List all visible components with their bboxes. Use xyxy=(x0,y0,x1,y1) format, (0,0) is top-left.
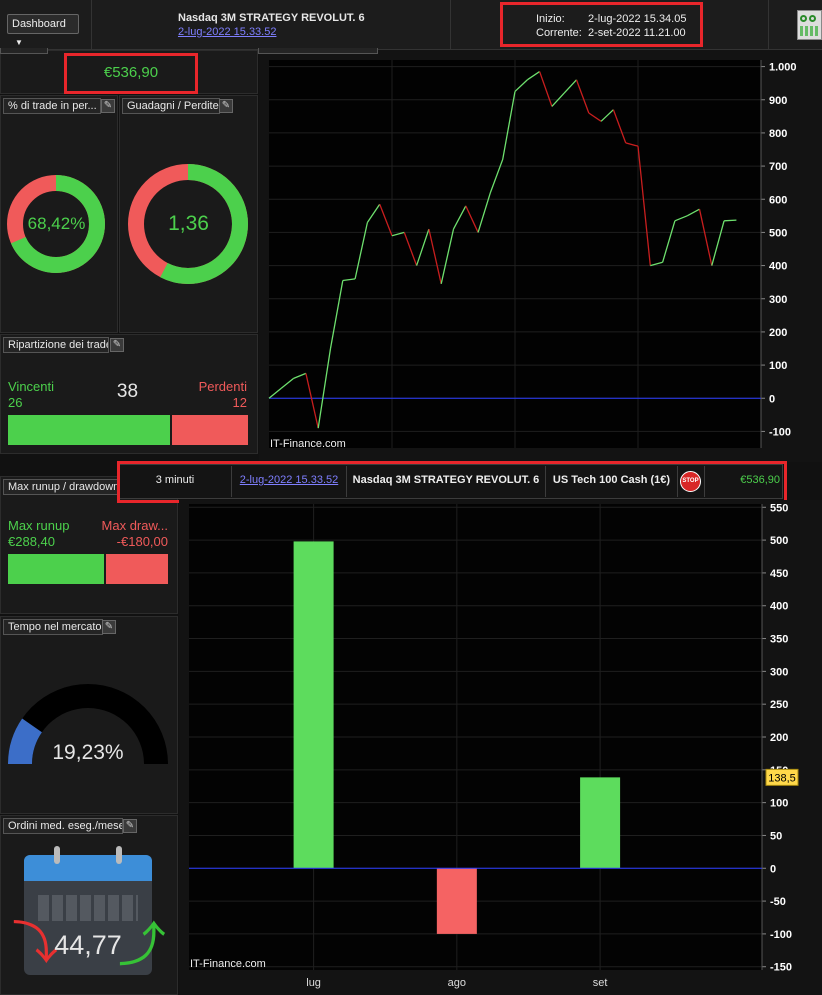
breakdown-title: Ripartizione dei trade xyxy=(3,337,109,353)
start-label: Inizio: xyxy=(536,13,565,25)
x-tick-label: lug xyxy=(306,977,321,989)
strategy-date-link[interactable]: 2-lug-2022 15.33.52 xyxy=(178,26,276,38)
y-tick-label: 300 xyxy=(770,666,788,678)
divider xyxy=(677,466,678,497)
orders-value: 44,77 xyxy=(54,930,122,960)
y-tick-label: -50 xyxy=(770,896,786,908)
win-count: 26 xyxy=(8,395,23,410)
pct-trades-value: 68,42% xyxy=(27,214,86,233)
y-tick-label: 50 xyxy=(770,830,782,842)
y-tick-label: 500 xyxy=(769,227,787,239)
current-label: Corrente: xyxy=(536,27,582,39)
y-tick-label: 500 xyxy=(770,535,788,547)
runup-value: €288,40 xyxy=(8,534,55,549)
gain-loss-title: Guadagni / Perdite xyxy=(122,98,220,114)
tooltip-strategy: Nasdaq 3M STRATEGY REVOLUT. 6 xyxy=(352,474,540,486)
wrench-icon[interactable]: ✎ xyxy=(219,99,233,113)
chevron-down-icon: ▼ xyxy=(15,38,23,47)
y-tick-label: -150 xyxy=(770,962,792,974)
total-tab-stub xyxy=(0,48,48,54)
y-tick-label: 800 xyxy=(769,128,787,140)
y-tick-label: 100 xyxy=(770,798,788,810)
drawdown-value: -€180,00 xyxy=(116,534,168,549)
y-tick-label: 350 xyxy=(770,634,788,646)
strategy-name: Nasdaq 3M STRATEGY REVOLUT. 6 xyxy=(178,12,365,24)
pct-trades-title: % di trade in per... xyxy=(3,98,101,114)
divider xyxy=(704,466,705,497)
x-tick-label: set xyxy=(593,977,608,989)
win-bar-fill xyxy=(8,415,173,445)
y-tick-label: 450 xyxy=(770,568,788,580)
y-tick-label: 200 xyxy=(770,732,788,744)
dashboard-dropdown[interactable]: Dashboard ▼ xyxy=(7,14,79,47)
y-tick-label: 250 xyxy=(770,699,788,711)
last-value-badge-label: 138,5 xyxy=(768,772,796,784)
header-divider-3 xyxy=(768,0,769,50)
runup-bar-fill xyxy=(8,554,107,584)
y-tick-label: -100 xyxy=(770,929,792,941)
orders-title: Ordini med. eseg./mese xyxy=(3,818,123,834)
equity-chart: 1.000 900 800 700 600 500 400 300 200 100 0 -100 xyxy=(268,60,797,448)
y-tick-label: -100 xyxy=(769,426,791,438)
breakdown-bar xyxy=(8,415,248,445)
y-tick-label: 1.000 xyxy=(769,62,797,74)
start-value: 2-lug-2022 15.34.05 xyxy=(588,13,687,25)
monthly-bar xyxy=(436,868,477,934)
lose-count: 12 xyxy=(232,395,247,410)
runup-label: Max runup xyxy=(8,518,70,533)
y-tick-label: 400 xyxy=(770,601,788,613)
y-tick-label: 200 xyxy=(769,327,787,339)
monthly-bar xyxy=(293,541,334,869)
wrench-icon[interactable]: ✎ xyxy=(110,338,124,352)
current-value: 2-set-2022 11.21.00 xyxy=(588,27,686,39)
monthly-bar xyxy=(580,777,621,869)
y-tick-label: 700 xyxy=(769,161,787,173)
gain-loss-value: 1,36 xyxy=(168,212,209,235)
stop-sign-icon[interactable]: STOP xyxy=(680,471,701,492)
y-tick-label: 0 xyxy=(769,393,775,405)
wrench-icon[interactable]: ✎ xyxy=(102,620,116,634)
equity-segment xyxy=(724,219,737,222)
tooltip-value: €536,90 xyxy=(740,474,780,486)
total-value: €536,90 xyxy=(103,64,159,81)
tooltip-date-link[interactable]: 2-lug-2022 15.33.52 xyxy=(232,474,346,486)
monthly-chart: 550500450400350300250200150100500-50-100… xyxy=(189,502,799,989)
y-tick-label: 900 xyxy=(769,95,787,107)
equity-watermark: IT-Finance.com xyxy=(270,438,346,450)
y-tick-label: 400 xyxy=(769,261,787,273)
y-tick-label: 100 xyxy=(769,360,787,372)
drawdown-label: Max draw... xyxy=(101,518,168,533)
y-tick-label: 0 xyxy=(770,863,776,875)
time-in-market-value: 19,23% xyxy=(52,741,124,764)
spreadsheet-icon[interactable] xyxy=(797,10,822,40)
time-in-market-title: Tempo nel mercato xyxy=(3,619,103,635)
y-tick-label: 300 xyxy=(769,294,787,306)
trade-total: 38 xyxy=(116,381,139,402)
x-tick-label: ago xyxy=(448,977,466,989)
lose-label: Perdenti xyxy=(198,379,247,394)
header-divider xyxy=(91,0,92,50)
wrench-icon[interactable]: ✎ xyxy=(101,99,115,113)
y-tick-label: 600 xyxy=(769,194,787,206)
runup-bar xyxy=(8,554,168,584)
top-header xyxy=(0,0,822,50)
tooltip-timeframe: 3 minuti xyxy=(155,474,195,486)
header-divider-2 xyxy=(450,0,451,50)
dashboard-label: Dashboard xyxy=(12,18,66,30)
wrench-icon[interactable]: ✎ xyxy=(123,819,137,833)
y-tick-label: 550 xyxy=(770,502,788,514)
monthly-watermark: IT-Finance.com xyxy=(190,958,266,970)
win-label: Vincenti xyxy=(8,379,55,394)
tooltip-instrument: US Tech 100 Cash (1€) xyxy=(552,474,671,486)
runup-title: Max runup / drawdown xyxy=(3,479,119,495)
